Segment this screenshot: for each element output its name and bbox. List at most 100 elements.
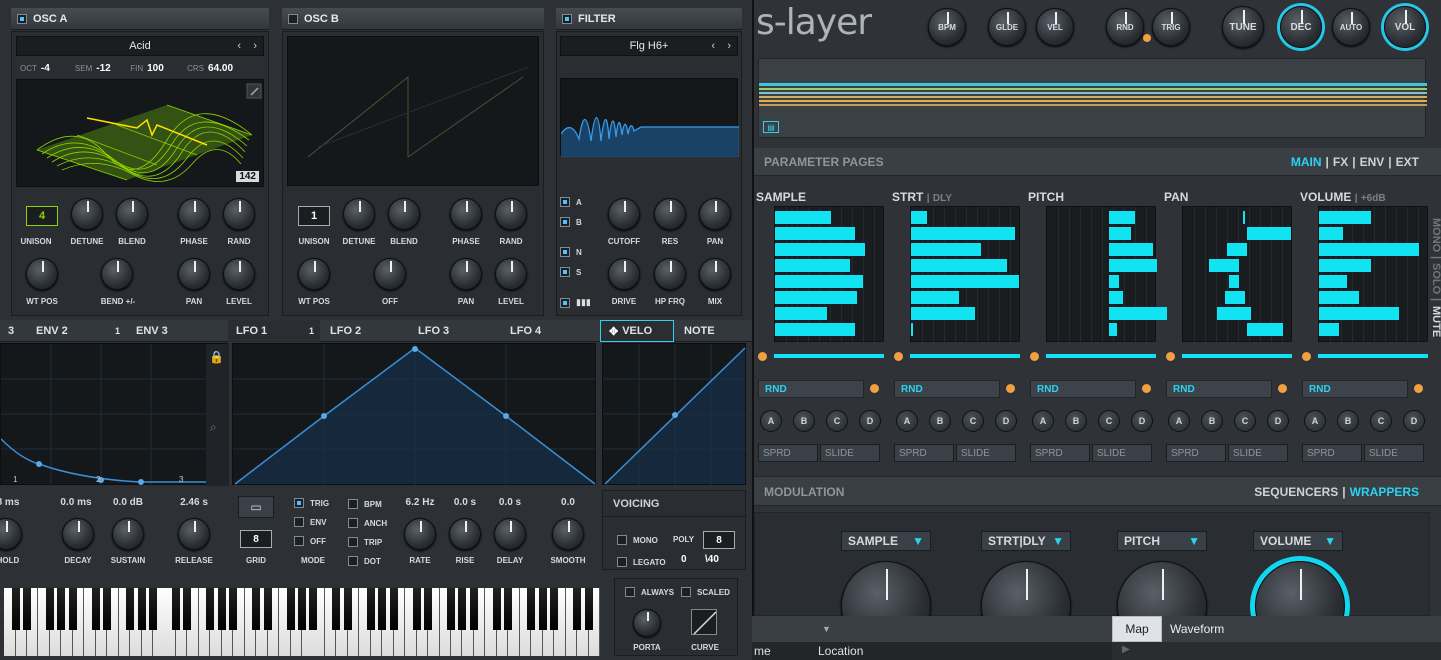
step-bar[interactable] — [1109, 323, 1117, 336]
column-name[interactable]: me — [752, 644, 818, 658]
osc-b-blend-knob[interactable] — [388, 198, 420, 230]
column-pitch-sequencer[interactable] — [1046, 206, 1167, 343]
step-bar[interactable] — [911, 243, 981, 256]
lfo-grid-stepper[interactable]: 8 — [240, 530, 272, 548]
piano-black-key[interactable] — [137, 588, 146, 630]
piano-black-key[interactable] — [378, 588, 387, 630]
prev-wavetable-icon[interactable]: ‹ — [237, 40, 241, 52]
glide-knob[interactable]: GLDE — [988, 8, 1026, 46]
column-volume-mod-dot[interactable] — [1302, 352, 1311, 361]
step-bar[interactable] — [1109, 211, 1135, 224]
env-release-knob[interactable] — [178, 518, 210, 550]
wrapper-select-sample[interactable]: SAMPLE ▼ — [841, 531, 931, 551]
filter-response-display[interactable] — [560, 78, 739, 157]
piano-black-key[interactable] — [424, 588, 432, 630]
piano-black-key[interactable] — [309, 588, 318, 630]
filter-mix-knob[interactable] — [699, 258, 731, 290]
step-bar[interactable] — [1319, 243, 1419, 256]
step-bar[interactable] — [1109, 275, 1119, 288]
mute-side-label[interactable]: MUTE — [1428, 306, 1441, 337]
page-tab-env[interactable]: ENV — [1360, 155, 1385, 169]
lfo-mode-off[interactable]: OFF — [294, 536, 326, 546]
column-pitch-slot-d[interactable]: D — [1131, 410, 1153, 432]
route-keytrack[interactable]: ▮▮▮ — [560, 297, 591, 308]
step-bar[interactable] — [1225, 291, 1245, 304]
osc-a-pan-knob[interactable] — [178, 258, 210, 290]
fin-value[interactable]: 100 — [147, 63, 183, 74]
lfo-anch-checkbox[interactable] — [348, 518, 358, 528]
lfo-opt-bpm[interactable]: BPM — [348, 499, 382, 509]
crs-value[interactable]: 64.00 — [208, 63, 233, 74]
env-decay-value[interactable]: 0.0 ms — [54, 497, 98, 508]
velo-display[interactable] — [602, 343, 747, 486]
column-sample-sprd-button[interactable]: SPRD — [758, 444, 818, 462]
lfo-smooth-knob[interactable] — [552, 518, 584, 550]
page-tab-ext[interactable]: EXT — [1396, 155, 1419, 169]
piano-black-key[interactable] — [57, 588, 66, 630]
filter-enable-checkbox[interactable] — [562, 13, 572, 24]
step-bar[interactable] — [911, 291, 959, 304]
piano-black-key[interactable] — [527, 588, 536, 630]
lfo-mode-trig-checkbox[interactable] — [294, 498, 304, 508]
step-bar[interactable] — [775, 291, 857, 304]
column-pitch-slide-button[interactable]: SLIDE — [1092, 444, 1152, 462]
osc-a-unison-stepper[interactable]: 4 — [26, 206, 58, 226]
lfo-display[interactable] — [232, 343, 597, 486]
column-pitch-rnd-button[interactable]: RND — [1030, 380, 1136, 398]
piano-black-key[interactable] — [573, 588, 581, 630]
env-sustain-value[interactable]: 0.0 dB — [106, 497, 150, 508]
osc-b-rand-knob[interactable] — [495, 198, 527, 230]
step-bar[interactable] — [1247, 227, 1291, 240]
route-a[interactable]: A — [560, 197, 582, 207]
legato-max[interactable]: \40 — [705, 554, 719, 565]
lock-icon[interactable]: 🔒 — [209, 350, 224, 364]
column-pan-sequencer[interactable] — [1182, 206, 1292, 343]
column-strt-mod-dot[interactable] — [894, 352, 903, 361]
lfo-mode-trig[interactable]: TRIG — [294, 498, 329, 508]
column-strt-slot-c[interactable]: C — [962, 410, 984, 432]
legato-toggle[interactable]: LEGATO — [617, 557, 666, 567]
legato-count[interactable]: 0 — [681, 554, 687, 565]
piano-black-key[interactable] — [446, 588, 455, 630]
column-pan-slot-d[interactable]: D — [1267, 410, 1289, 432]
piano-black-key[interactable] — [286, 588, 295, 630]
mod-tab-wrappers[interactable]: WRAPPERS — [1350, 485, 1419, 499]
next-wavetable-icon[interactable]: › — [253, 40, 257, 52]
trig-knob[interactable]: TRIG — [1152, 8, 1190, 46]
step-bar[interactable] — [775, 323, 855, 336]
step-bar[interactable] — [775, 227, 855, 240]
column-volume-slot-a[interactable]: A — [1304, 410, 1326, 432]
osc-a-enable-checkbox[interactable] — [17, 13, 27, 24]
legato-checkbox[interactable] — [617, 557, 627, 567]
route-s[interactable]: S — [560, 267, 581, 277]
osc-b-unison-stepper[interactable]: 1 — [298, 206, 330, 226]
column-location[interactable]: Location — [818, 644, 863, 658]
column-strt-rnd-button[interactable]: RND — [894, 380, 1000, 398]
osc-b-wtpos-knob[interactable] — [298, 258, 330, 290]
step-bar[interactable] — [911, 275, 1019, 288]
piano-black-key[interactable] — [263, 588, 272, 630]
filter-drive-knob[interactable] — [608, 258, 640, 290]
step-bar[interactable] — [1319, 275, 1347, 288]
column-pan-sprd-button[interactable]: SPRD — [1166, 444, 1226, 462]
step-bar[interactable] — [1109, 227, 1131, 240]
sort-arrow-icon[interactable]: ▼ — [822, 624, 831, 634]
column-pan-slot-c[interactable]: C — [1234, 410, 1256, 432]
step-bar[interactable] — [775, 259, 850, 272]
filter-pan-knob[interactable] — [699, 198, 731, 230]
column-volume-rnd-button[interactable]: RND — [1302, 380, 1408, 398]
lfo-dot-checkbox[interactable] — [348, 556, 358, 566]
mono-side-label[interactable]: MONO — [1428, 218, 1441, 252]
column-sample-rnd-button[interactable]: RND — [758, 380, 864, 398]
column-pan-slide-button[interactable]: SLIDE — [1228, 444, 1288, 462]
step-bar[interactable] — [1209, 259, 1239, 272]
step-bar[interactable] — [1319, 211, 1371, 224]
step-bar[interactable] — [911, 307, 975, 320]
solo-side-label[interactable]: SOLO — [1428, 263, 1441, 294]
tab-velo[interactable]: ✥ VELO — [600, 320, 674, 342]
wavetable-frame-number[interactable]: 142 — [236, 171, 259, 182]
piano-black-key[interactable] — [126, 588, 135, 630]
piano-black-key[interactable] — [252, 588, 261, 630]
poly-stepper[interactable]: 8 — [703, 531, 735, 549]
vel-knob[interactable]: VEL — [1036, 8, 1074, 46]
